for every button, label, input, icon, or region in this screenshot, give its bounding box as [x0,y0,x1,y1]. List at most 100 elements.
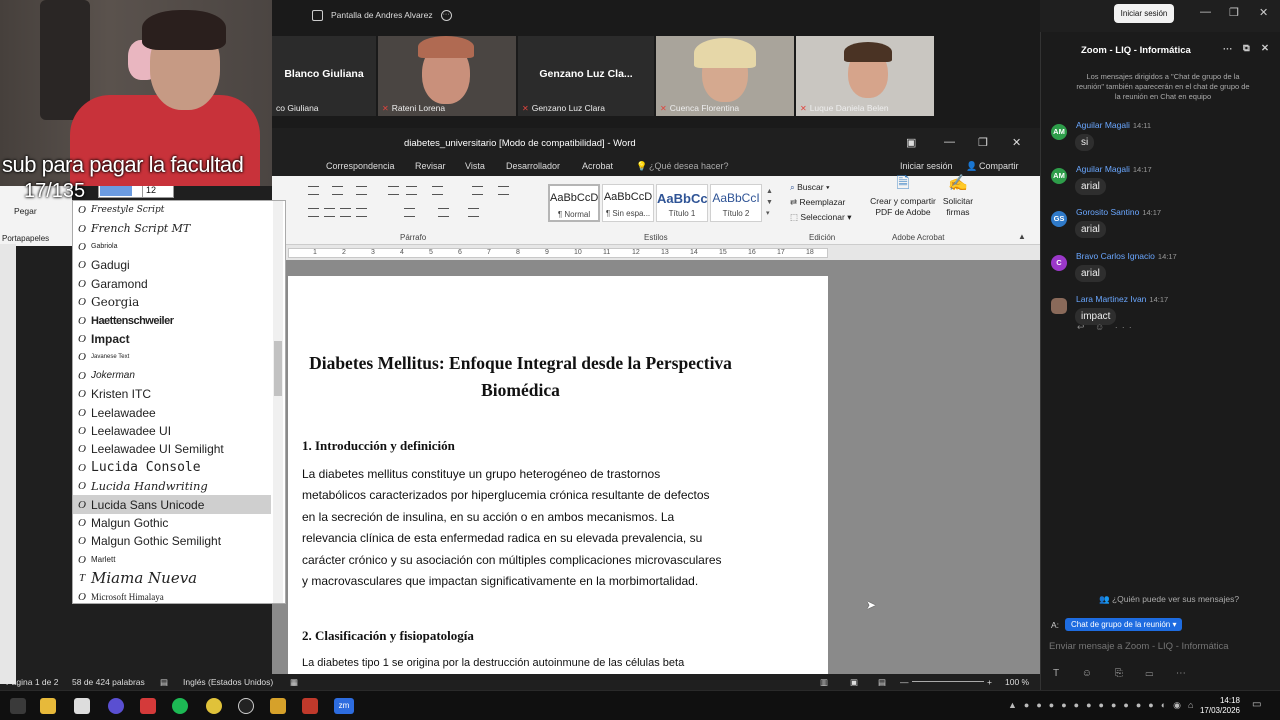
sender-name[interactable]: Lara Martinez Ivan 14:17 [1076,294,1168,304]
close-icon[interactable]: ✕ [1259,6,1268,19]
print-layout-icon[interactable]: ▣ [850,677,858,688]
obs-icon[interactable] [238,698,254,714]
font-option[interactable]: O French Script MT [73,219,271,237]
align-left-icon[interactable] [308,208,319,217]
sender-name[interactable]: Aguilar Magali 14:17 [1076,164,1152,174]
tab-developer[interactable]: Desarrollador [506,161,560,171]
font-option[interactable]: O Gadugi [73,256,271,274]
system-tray-icons[interactable]: ▲●●●●●●●●●●●◐◉⌂ [1008,700,1200,711]
borders-icon[interactable] [468,208,479,217]
align-center-icon[interactable] [324,208,335,217]
font-option[interactable]: O Malgun Gothic Semilight [73,532,271,550]
document-page[interactable]: Diabetes Mellitus: Enfoque Integral desd… [288,276,828,674]
app-icon[interactable] [270,698,286,714]
read-mode-icon[interactable]: ▥ [820,677,828,688]
clock[interactable]: 14:18 17/03/2026 [1194,696,1240,716]
share-button[interactable]: Compartir [979,161,1019,171]
font-option[interactable]: O Lucida Sans Unicode [73,495,271,514]
signin-link[interactable]: Iniciar sesión [900,161,953,171]
app-icon[interactable] [140,698,156,714]
participant-tile[interactable]: Blanco Giuliana co Giuliana [272,36,376,116]
more-icon[interactable]: ··· [1223,44,1233,55]
font-option[interactable]: O Gabriola [73,238,271,256]
participant-tile[interactable]: ✕ Luque Daniela Belen [796,36,934,116]
proofing-icon[interactable]: ▤ [160,677,168,688]
font-dropdown[interactable]: O Freestyle Script O French Script MT O Gabri… [72,200,286,604]
font-option[interactable]: T Miama Nueva [73,569,271,587]
notifications-icon[interactable]: ▭ [1252,699,1261,710]
zoom-slider[interactable] [912,681,984,682]
style-no-spacing[interactable]: AaBbCcD ¶ Sin espa... [602,184,654,222]
font-option[interactable]: O Malgun Gothic [73,514,271,532]
tab-review[interactable]: Revisar [415,161,446,171]
app-icon[interactable] [302,698,318,714]
font-option[interactable]: O Georgia [73,293,271,311]
font-option[interactable]: O Marlett [73,551,271,569]
minimize-icon[interactable]: — [944,136,955,148]
chat-toolbar[interactable]: T ☺ ⎘ ▭ ⋯ [1053,668,1196,679]
sort-icon[interactable] [472,186,483,195]
spotify-icon[interactable] [172,698,188,714]
shading-icon[interactable] [438,208,449,217]
font-option[interactable]: O Freestyle Script [73,201,271,219]
font-option[interactable]: O Kristen ITC [73,385,271,403]
ribbon-display-icon[interactable]: ▣ [906,136,916,149]
more-options-icon[interactable]: ··· [440,9,452,21]
numbering-icon[interactable] [332,186,343,195]
paste-button[interactable]: Pegar [14,206,37,216]
popout-icon[interactable]: ⧉ [1243,43,1250,54]
styles-scroll-icon[interactable]: ▲ ▼ ▾ [766,186,773,219]
sender-name[interactable]: Bravo Carlos Ignacio 14:17 [1076,251,1177,261]
browser-icon[interactable] [108,698,124,714]
zoom-icon[interactable]: zm [334,698,354,714]
replace-button[interactable]: ⇄ Reemplazar [790,197,845,208]
minimize-icon[interactable]: — [1200,6,1211,18]
collapse-ribbon-icon[interactable]: ▲ [1018,232,1026,241]
decrease-indent-icon[interactable] [388,186,399,195]
dropdown-scrollbar[interactable] [273,201,283,603]
style-heading-2[interactable]: AaBbCcI Título 2 [710,184,762,222]
request-signatures-button[interactable]: ✍ Solicitar firmas [938,176,978,218]
multilevel-list-icon[interactable] [356,186,367,195]
font-option[interactable]: O Leelawadee UI [73,422,271,440]
font-option[interactable]: O Impact [73,330,271,348]
font-option[interactable]: O Microsoft Himalaya [73,587,271,605]
style-heading-1[interactable]: AaBbCc Título 1 [656,184,708,222]
start-icon[interactable] [10,698,26,714]
zoom-out-icon[interactable]: — [900,677,909,687]
font-option[interactable]: O Garamond [73,275,271,293]
font-option[interactable]: O Jokerman [73,367,271,385]
screen-share-tab[interactable]: Pantalla de Andres Alvarez ··· [312,4,452,26]
who-can-see-link[interactable]: 👥 ¿Quién puede ver sus mensajes? [1099,594,1239,605]
find-button[interactable]: ⌕ Buscar ▾ [790,182,830,193]
font-option[interactable]: O Haettenschweiler [73,311,271,329]
zoom-level[interactable]: 100 % [1005,677,1029,687]
restore-icon[interactable]: ❐ [1229,6,1239,19]
font-option[interactable]: O Lucida Console [73,459,271,477]
participant-tile[interactable]: ✕ Cuenca Florentina [656,36,794,116]
tell-me-box[interactable]: ¿Qué desea hacer? [649,161,729,171]
reaction-icons[interactable]: ↩ ☺ ··· [1077,322,1136,333]
close-chat-icon[interactable]: ✕ [1261,43,1269,54]
font-option[interactable]: O Leelawadee [73,403,271,421]
tab-acrobat[interactable]: Acrobat [582,161,613,171]
style-normal[interactable]: AaBbCcD ¶ Normal [548,184,600,222]
restore-icon[interactable]: ❐ [978,136,988,149]
macro-icon[interactable]: ▦ [290,677,298,688]
font-option[interactable]: O Leelawadee UI Semilight [73,440,271,458]
align-right-icon[interactable] [340,208,351,217]
font-option[interactable]: O Javanese Text [73,348,271,366]
chat-input[interactable] [1049,636,1273,656]
font-option[interactable]: O Lucida Handwriting [73,477,271,495]
increase-indent-icon[interactable] [406,186,417,195]
chrome-icon[interactable] [206,698,222,714]
create-pdf-button[interactable]: 🗎 Crear y compartir PDF de Adobe [868,176,938,218]
close-icon[interactable]: ✕ [1012,136,1021,149]
recipient-selector[interactable]: Chat de grupo de la reunión ▾ [1065,618,1183,631]
line-spacing-icon[interactable] [404,208,415,217]
tab-view[interactable]: Vista [465,161,485,171]
zoom-signin-button[interactable]: Iniciar sesión [1114,4,1174,23]
tab-mailings[interactable]: Correspondencia [326,161,395,171]
justify-icon[interactable] [356,208,367,217]
file-explorer-icon[interactable] [40,698,56,714]
